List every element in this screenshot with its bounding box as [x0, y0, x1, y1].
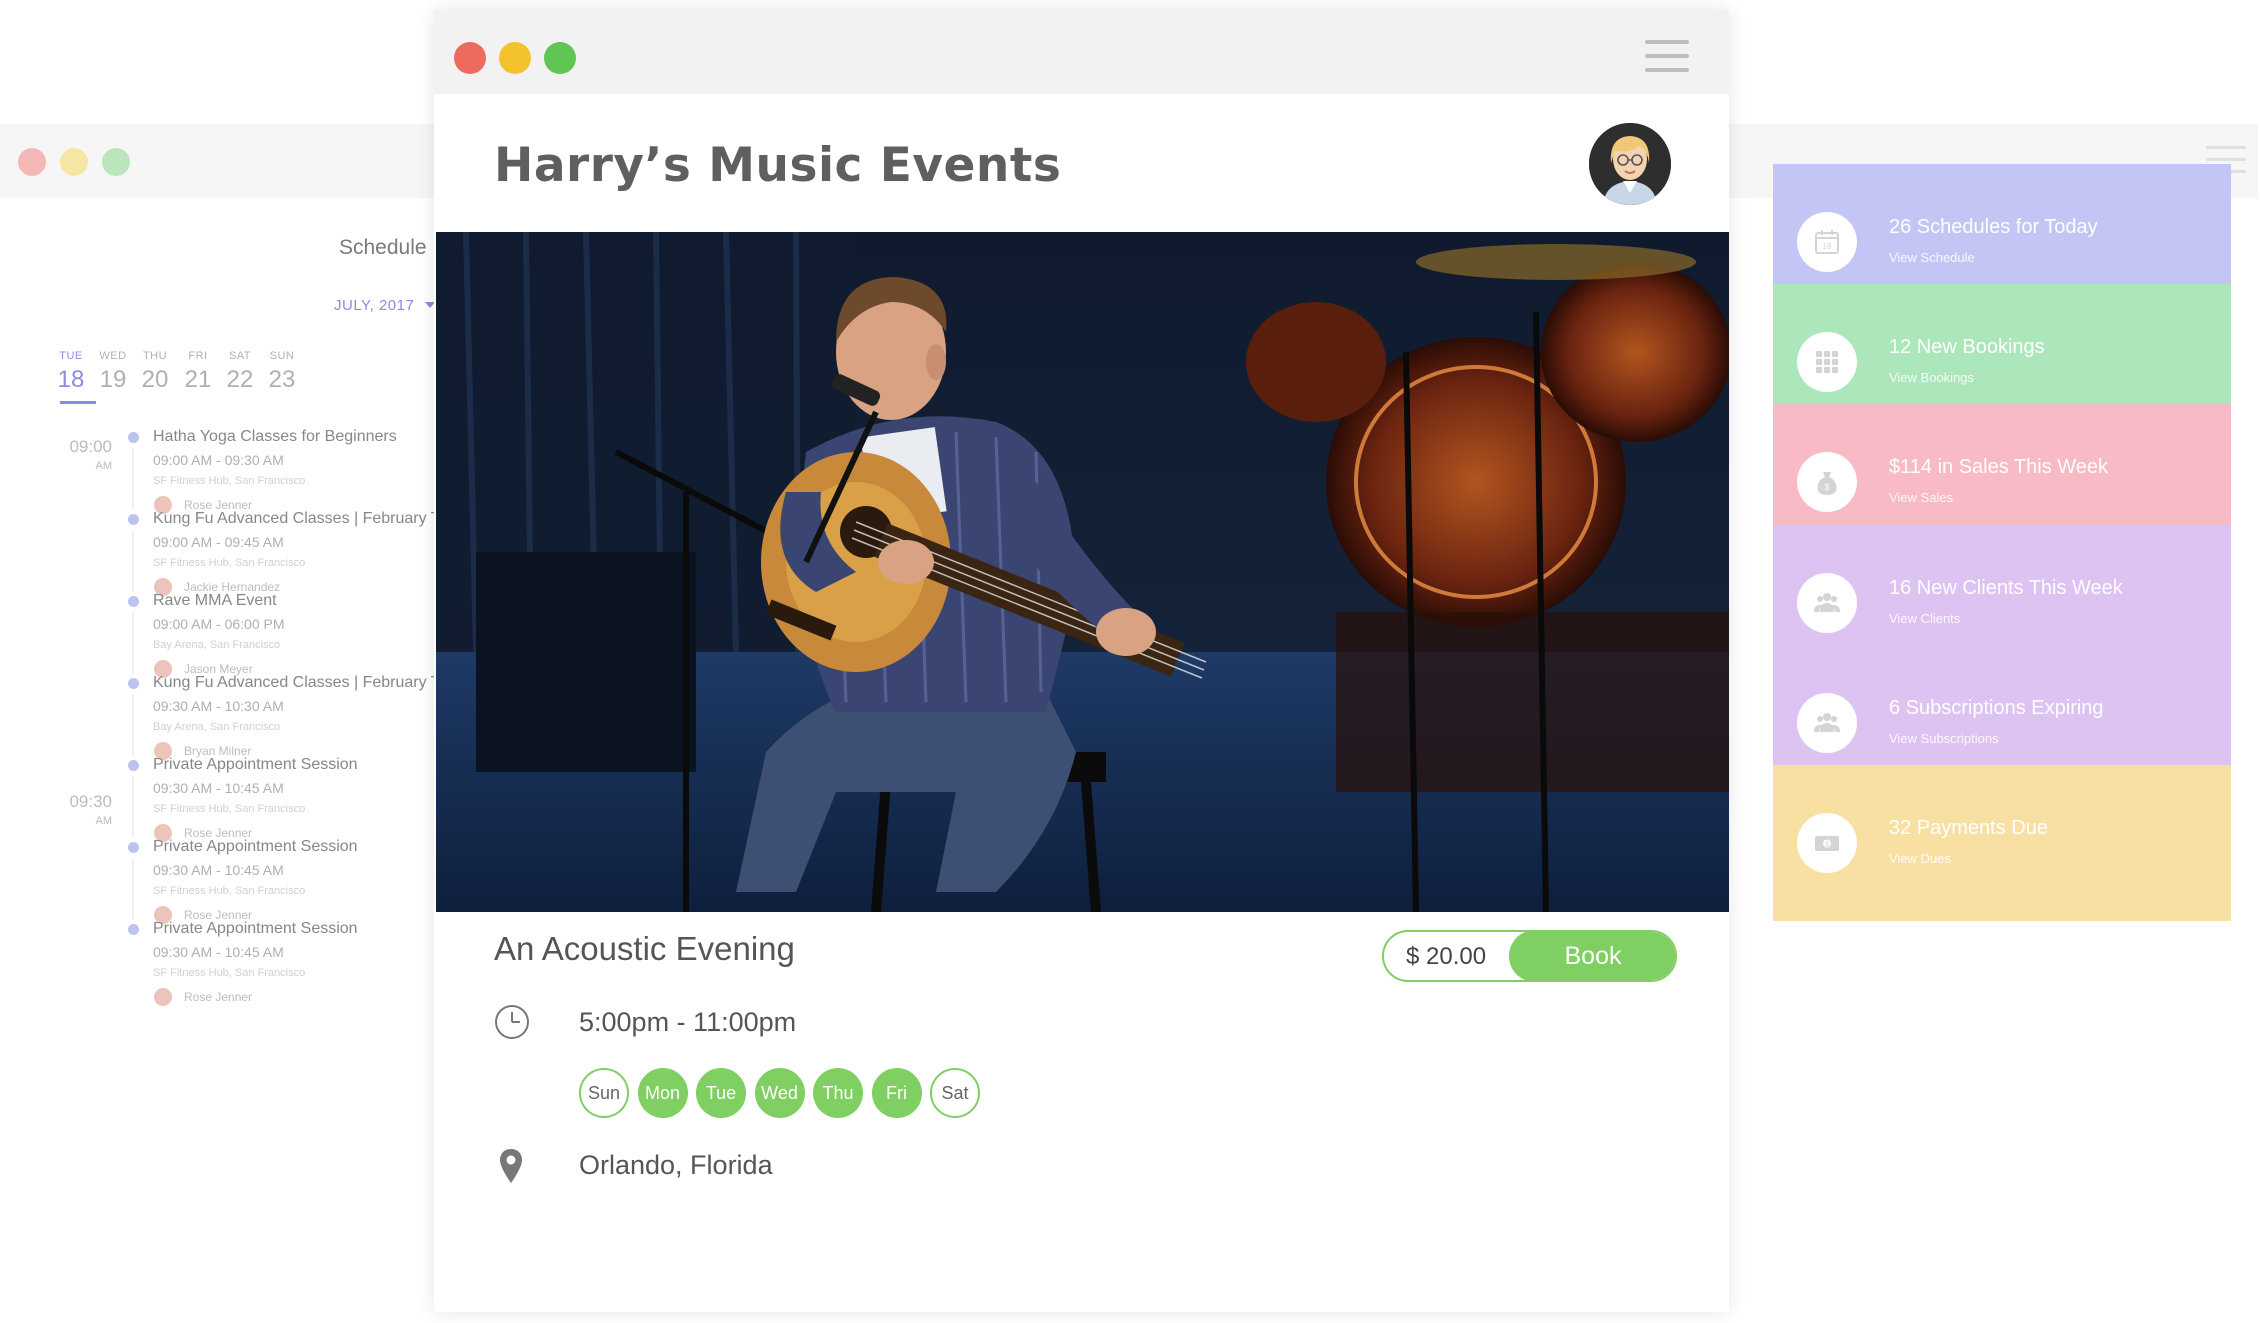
stat-link[interactable]: View Clients: [1889, 611, 1960, 626]
stat-title: $114 in Sales This Week: [1889, 456, 2109, 478]
book-button[interactable]: Book: [1509, 932, 1675, 980]
event-bullet: [128, 432, 139, 443]
event-bullet: [128, 760, 139, 771]
day-pill-wed[interactable]: Wed: [754, 1068, 805, 1118]
timeline-connector: [132, 530, 134, 592]
stat-title: 26 Schedules for Today: [1889, 216, 2098, 238]
event-item-location: SF Fitness Hub, San Francisco: [153, 885, 306, 897]
event-item-title: Kung Fu Advanced Classes | February Te: [153, 510, 448, 527]
timeline-connector: [132, 694, 134, 756]
stat-title: 12 New Bookings: [1889, 336, 2045, 358]
price-book-group: $ 20.00 Book: [1382, 930, 1677, 982]
close-dot[interactable]: [454, 42, 486, 74]
avatar: [154, 988, 172, 1006]
event-item-location: Bay Arena, San Francisco: [153, 639, 281, 651]
clock-icon: [495, 1005, 529, 1039]
page-title: Harry’s Music Events: [494, 138, 1062, 193]
day-number: 23: [268, 366, 296, 393]
timeline-connector: [132, 612, 134, 674]
window-titlebar: [434, 10, 1729, 94]
stat-link[interactable]: View Subscriptions: [1889, 731, 1999, 746]
event-item-time: 09:30 AM - 10:45 AM: [153, 862, 284, 878]
avatar[interactable]: [1589, 123, 1671, 205]
svg-text:$: $: [1825, 842, 1829, 849]
stat-title: 6 Subscriptions Expiring: [1889, 697, 2104, 719]
maximize-dot[interactable]: [544, 42, 576, 74]
event-bullet: [128, 514, 139, 525]
calendar-icon: 18: [1797, 212, 1857, 272]
event-bullet: [128, 678, 139, 689]
stat-link[interactable]: View Sales: [1889, 490, 1953, 505]
event-item-location: SF Fitness Hub, San Francisco: [153, 967, 306, 979]
minimize-dot[interactable]: [60, 148, 88, 176]
event-item-time: 09:30 AM - 10:30 AM: [153, 698, 284, 714]
hamburger-menu-icon[interactable]: [1645, 40, 1689, 74]
event-item-title: Rave MMA Event: [153, 592, 277, 609]
time-label: 09:00: [69, 437, 112, 456]
money-bag-icon: $: [1797, 452, 1857, 512]
maximize-dot[interactable]: [102, 148, 130, 176]
event-item-title: Kung Fu Advanced Classes | February Te: [153, 674, 448, 691]
grid-icon: [1797, 332, 1857, 392]
event-item-time: 09:30 AM - 10:45 AM: [153, 780, 284, 796]
event-bullet: [128, 924, 139, 935]
time-label: 09:30: [69, 792, 112, 811]
event-bullet: [128, 842, 139, 853]
event-item-title: Private Appointment Session: [153, 756, 358, 773]
month-selector[interactable]: JULY, 2017: [334, 297, 414, 314]
event-time: 5:00pm - 11:00pm: [579, 1007, 797, 1037]
timeline-connector: [132, 448, 134, 510]
event-item-location: Bay Arena, San Francisco: [153, 721, 281, 733]
event-detail-window: Harry’s Music Events An Acoustic Evening…: [434, 10, 1729, 1312]
stat-link[interactable]: View Schedule: [1889, 250, 1975, 265]
stat-title: 32 Payments Due: [1889, 817, 2048, 839]
stat-card-view-dues[interactable]: $32 Payments Due View Dues: [1773, 765, 2231, 921]
event-item-location: SF Fitness Hub, San Francisco: [153, 803, 306, 815]
day-pill-thu[interactable]: Thu: [813, 1068, 863, 1118]
svg-text:18: 18: [1823, 242, 1832, 251]
event-item-instructor: Rose Jenner: [184, 990, 253, 1004]
event-bullet: [128, 596, 139, 607]
day-pill-tue[interactable]: Tue: [696, 1068, 746, 1118]
event-hero-image: [436, 232, 1729, 912]
event-price: $ 20.00: [1406, 943, 1487, 970]
timeline-connector: [132, 776, 134, 838]
minimize-dot[interactable]: [499, 42, 531, 74]
timeline-connector: [132, 858, 134, 920]
event-item-time: 09:30 AM - 10:45 AM: [153, 944, 284, 960]
day-pill-sun[interactable]: Sun: [579, 1068, 629, 1118]
schedule-title: Schedule: [339, 236, 427, 259]
event-item-location: SF Fitness Hub, San Francisco: [153, 557, 306, 569]
stat-title: 16 New Clients This Week: [1889, 577, 2123, 599]
time-ampm: AM: [95, 460, 113, 472]
banknote-icon: $: [1797, 813, 1857, 873]
day-sun[interactable]: SUN 23: [257, 350, 307, 394]
stat-link[interactable]: View Dues: [1889, 851, 1951, 866]
day-pill-sat[interactable]: Sat: [930, 1068, 980, 1118]
stat-link[interactable]: View Bookings: [1889, 370, 1974, 385]
day-pill-mon[interactable]: Mon: [637, 1068, 688, 1118]
time-ampm: AM: [95, 815, 113, 827]
people-icon: [1797, 573, 1857, 633]
active-day-indicator: [60, 401, 96, 404]
svg-text:$: $: [1824, 482, 1829, 492]
event-location: Orlando, Florida: [579, 1150, 773, 1180]
location-pin-icon: [500, 1149, 522, 1183]
event-item-title: Private Appointment Session: [153, 838, 358, 855]
close-dot[interactable]: [18, 148, 46, 176]
event-item-title: Hatha Yoga Classes for Beginners: [153, 428, 397, 445]
event-item-time: 09:00 AM - 09:30 AM: [153, 452, 284, 468]
people-icon: [1797, 693, 1857, 753]
event-item-time: 09:00 AM - 06:00 PM: [153, 616, 285, 632]
day-pill-fri[interactable]: Fri: [871, 1068, 922, 1118]
event-item-time: 09:00 AM - 09:45 AM: [153, 534, 284, 550]
day-name: SUN: [269, 350, 295, 362]
event-title: An Acoustic Evening: [494, 930, 795, 967]
event-item-location: SF Fitness Hub, San Francisco: [153, 475, 306, 487]
event-item-title: Private Appointment Session: [153, 920, 358, 937]
